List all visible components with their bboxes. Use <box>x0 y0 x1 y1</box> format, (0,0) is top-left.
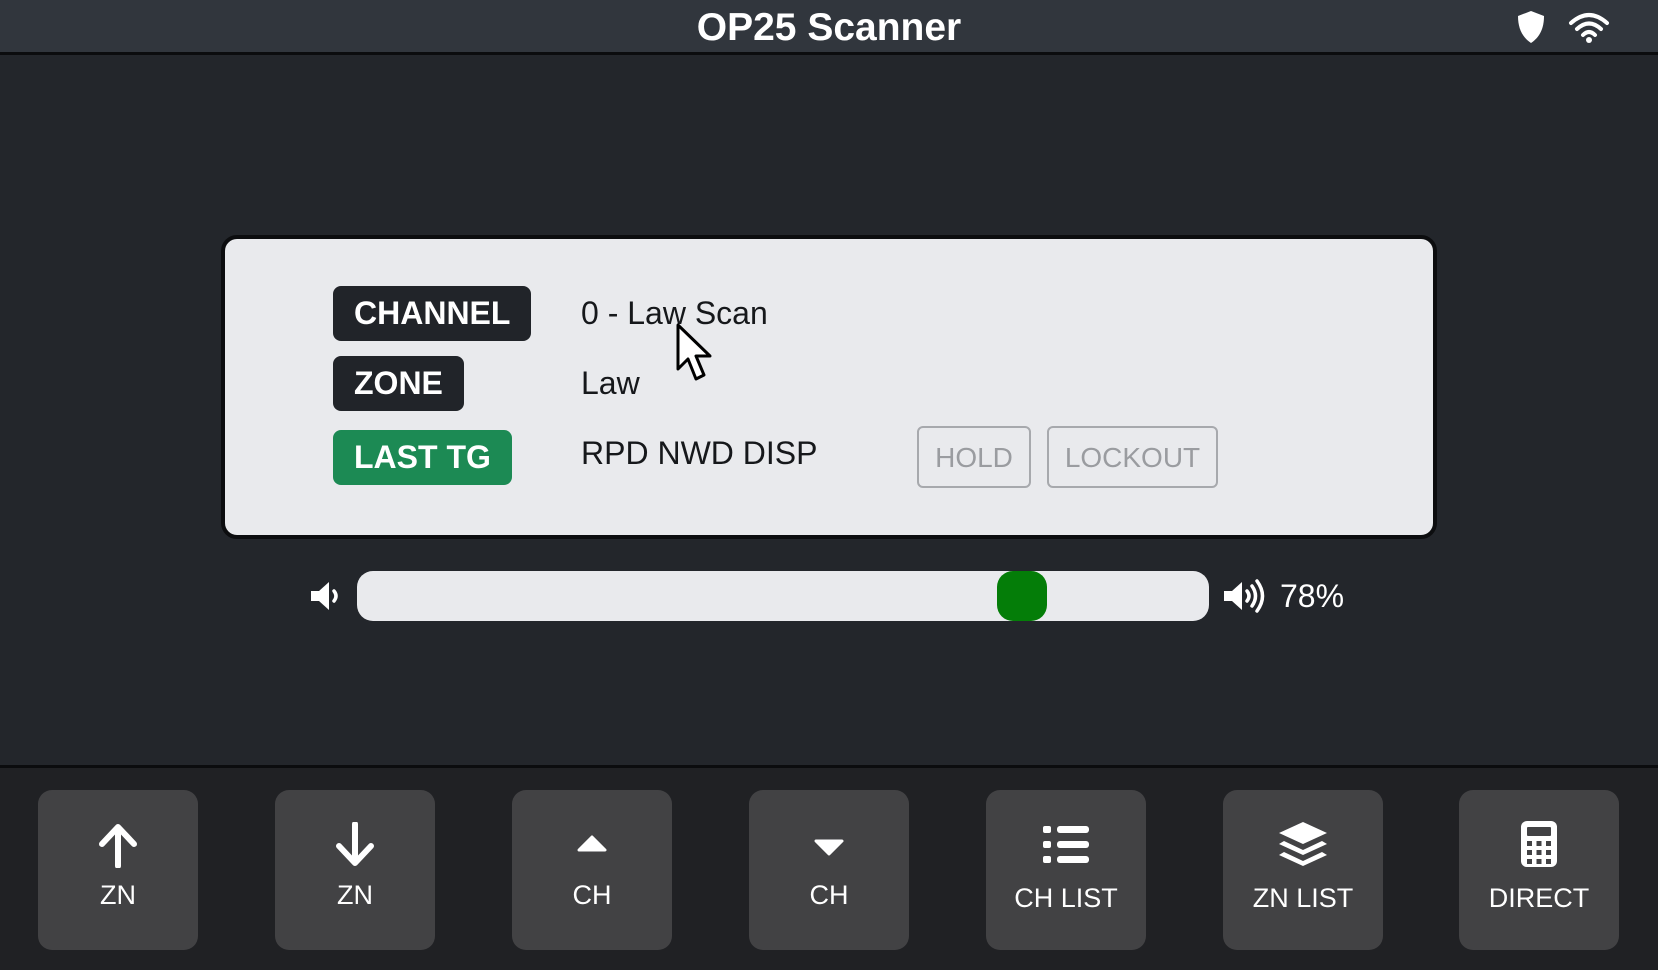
channel-value: 0 - Law Scan <box>581 295 768 331</box>
control-bar: ZN ZN CH CH CH LIST ZN LIST DIRECT <box>0 765 1658 970</box>
last-tg-label: LAST TG <box>333 430 512 485</box>
arrow-up-icon <box>99 824 137 868</box>
zone-up-button[interactable]: ZN <box>38 790 198 950</box>
info-panel: CHANNEL 0 - Law Scan ZONE Law LAST TG RP… <box>221 235 1437 539</box>
volume-percent: 78% <box>1280 578 1345 614</box>
lockout-button[interactable]: LOCKOUT <box>1047 426 1218 488</box>
volume-high-icon <box>1224 579 1265 613</box>
mouse-cursor <box>676 323 712 381</box>
wifi-icon <box>1569 13 1609 43</box>
zone-label: ZONE <box>333 356 464 411</box>
volume-low-icon <box>311 582 338 610</box>
shield-icon <box>1518 11 1544 43</box>
caret-down-icon <box>814 839 844 856</box>
zone-up-label: ZN <box>100 880 136 910</box>
calculator-icon <box>1521 821 1557 867</box>
channel-down-label: CH <box>809 880 849 910</box>
title-bar: OP25 Scanner <box>0 0 1658 55</box>
zone-list-label: ZN LIST <box>1252 883 1354 913</box>
zone-value: Law <box>581 365 640 401</box>
arrow-down-icon <box>336 822 374 866</box>
channel-list-label: CH LIST <box>1014 883 1118 913</box>
hold-button[interactable]: HOLD <box>917 426 1031 488</box>
zone-list-button[interactable]: ZN LIST <box>1223 790 1383 950</box>
volume-slider-thumb[interactable] <box>996 571 1047 621</box>
channel-label: CHANNEL <box>333 286 532 341</box>
last-tg-value: RPD NWD DISP <box>581 435 818 471</box>
direct-button[interactable]: DIRECT <box>1459 790 1619 950</box>
zone-down-label: ZN <box>337 880 373 910</box>
channel-list-button[interactable]: CH LIST <box>986 790 1146 950</box>
zone-down-button[interactable]: ZN <box>275 790 435 950</box>
app-title: OP25 Scanner <box>696 6 962 49</box>
direct-label: DIRECT <box>1488 883 1590 913</box>
channel-down-button[interactable]: CH <box>749 790 909 950</box>
channel-up-button[interactable]: CH <box>512 790 672 950</box>
list-icon <box>1043 826 1089 863</box>
channel-up-label: CH <box>572 880 612 910</box>
caret-up-icon <box>577 835 607 852</box>
volume-slider[interactable] <box>357 571 1209 621</box>
layers-icon <box>1279 822 1327 866</box>
